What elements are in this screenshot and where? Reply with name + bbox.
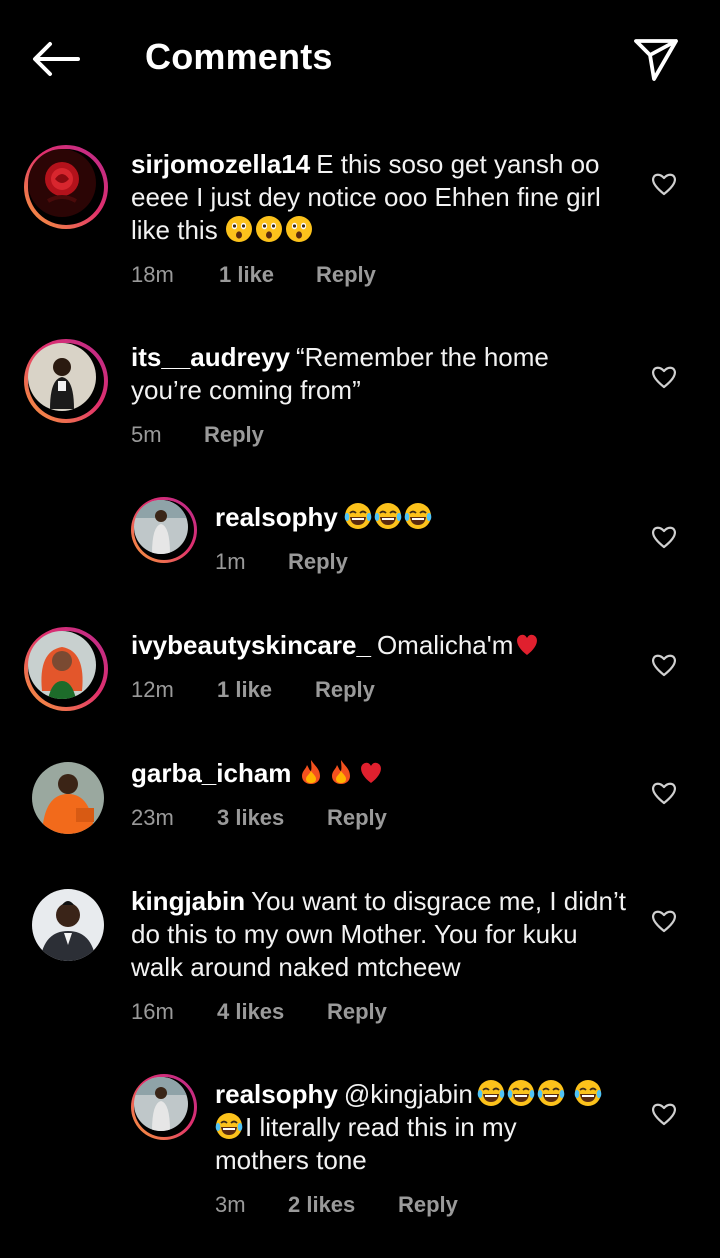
laughing-tears-emoji-icon — [477, 1079, 505, 1107]
comment-username[interactable]: kingjabin — [131, 886, 245, 916]
comment-meta: 23m 3 likes Reply — [131, 805, 387, 831]
comment-body: I literally read this in my mothers tone — [215, 1112, 517, 1175]
person-avatar-image — [134, 1077, 188, 1131]
heart-outline-icon[interactable] — [650, 524, 678, 550]
laughing-tears-emoji-icon — [537, 1079, 565, 1107]
astonished-emoji-icon — [255, 215, 283, 243]
heart-outline-icon[interactable] — [650, 1101, 678, 1127]
comment-meta: 18m 1 like Reply — [131, 262, 376, 288]
avatar[interactable] — [24, 627, 108, 711]
heart-outline-icon[interactable] — [650, 364, 678, 390]
comment-text: ivybeautyskincare_ Omalicha'm — [131, 629, 611, 662]
comment-text: realsophy @kingjabin I literally read thi… — [215, 1078, 615, 1177]
comment-meta: 12m 1 like Reply — [131, 677, 375, 703]
comment-text: realsophy — [215, 501, 635, 534]
heart-outline-icon[interactable] — [650, 780, 678, 806]
fire-emoji-icon — [297, 758, 325, 786]
astonished-emoji-icon — [285, 215, 313, 243]
laughing-tears-emoji-icon — [507, 1079, 535, 1107]
comment-text: sirjomozella14 E this soso get yansh oo e… — [131, 148, 626, 247]
comment-text: its__audreyy “Remember the home you’re co… — [131, 341, 601, 407]
astonished-emoji-icon — [225, 215, 253, 243]
reply-button[interactable]: Reply — [316, 262, 376, 288]
reply-button[interactable]: Reply — [327, 999, 387, 1025]
person-avatar-image — [28, 343, 96, 411]
heart-outline-icon[interactable] — [650, 171, 678, 197]
fire-emoji-icon — [327, 758, 355, 786]
paper-plane-icon[interactable] — [632, 36, 680, 82]
avatar[interactable] — [32, 889, 104, 961]
rose-avatar-image — [28, 149, 96, 217]
person-avatar-image — [28, 631, 96, 699]
comment-text: garba_icham — [131, 757, 601, 790]
heart-outline-icon[interactable] — [650, 908, 678, 934]
comment-username[interactable]: realsophy — [215, 1079, 338, 1109]
comment-username[interactable]: realsophy — [215, 502, 338, 532]
laughing-tears-emoji-icon — [374, 502, 402, 530]
comment-username[interactable]: sirjomozella14 — [131, 149, 310, 179]
laughing-tears-emoji-icon — [215, 1112, 243, 1140]
comment-text: kingjabin You want to disgrace me, I didn… — [131, 885, 626, 984]
comment-username[interactable]: its__audreyy — [131, 342, 290, 372]
likes-count[interactable]: 2 likes — [288, 1192, 398, 1218]
likes-count[interactable]: 3 likes — [217, 805, 327, 831]
comment-meta: 3m 2 likes Reply — [215, 1192, 458, 1218]
comment-time: 3m — [215, 1192, 246, 1217]
red-heart-emoji-icon — [513, 630, 541, 658]
reply-button[interactable]: Reply — [398, 1192, 458, 1218]
avatar[interactable] — [32, 762, 104, 834]
reply-button[interactable]: Reply — [204, 422, 264, 448]
comment-meta: 16m 4 likes Reply — [131, 999, 387, 1025]
comment-username[interactable]: ivybeautyskincare_ — [131, 630, 371, 660]
laughing-tears-emoji-icon — [404, 502, 432, 530]
red-heart-emoji-icon — [357, 758, 385, 786]
reply-button[interactable]: Reply — [327, 805, 387, 831]
comment-meta: 5m Reply — [131, 422, 264, 448]
comment-body: Omalicha'm — [376, 630, 514, 660]
reply-button[interactable]: Reply — [315, 677, 375, 703]
likes-count[interactable]: 1 like — [219, 262, 316, 288]
laughing-tears-emoji-icon — [344, 502, 372, 530]
likes-count[interactable]: 1 like — [217, 677, 315, 703]
heart-outline-icon[interactable] — [650, 652, 678, 678]
avatar[interactable] — [131, 497, 197, 563]
comment-username[interactable]: garba_icham — [131, 758, 291, 788]
person-avatar-image — [32, 889, 104, 961]
comment-time: 18m — [131, 262, 174, 287]
comment-time: 12m — [131, 677, 174, 702]
reply-button[interactable]: Reply — [288, 549, 348, 575]
avatar[interactable] — [131, 1074, 197, 1140]
avatar[interactable] — [24, 145, 108, 229]
laughing-tears-emoji-icon — [574, 1079, 602, 1107]
person-avatar-image — [32, 762, 104, 834]
avatar[interactable] — [24, 339, 108, 423]
comment-meta: 1m Reply — [215, 549, 348, 575]
person-avatar-image — [134, 500, 188, 554]
comment-time: 23m — [131, 805, 174, 830]
comment-time: 5m — [131, 422, 162, 447]
comment-time: 16m — [131, 999, 174, 1024]
page-title: Comments — [145, 36, 333, 77]
top-bar: Comments — [0, 0, 720, 116]
likes-count[interactable]: 4 likes — [217, 999, 327, 1025]
arrow-left-icon[interactable] — [30, 38, 82, 80]
mention-link[interactable]: @kingjabin — [344, 1079, 473, 1109]
comment-time: 1m — [215, 549, 246, 574]
